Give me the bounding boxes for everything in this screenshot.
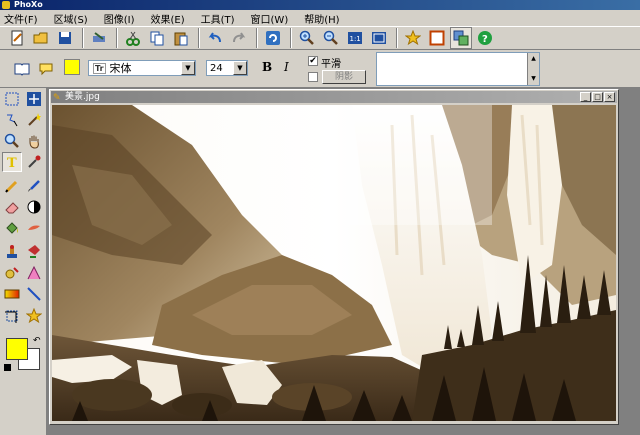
smooth-label: 平滑 [321, 59, 341, 70]
menu-effects[interactable]: 效果(E) [150, 11, 184, 26]
maximize-icon[interactable]: □ [592, 92, 603, 102]
text-options-bar: Tr 宋体 ▼ 24 ▼ B I ✔ 平滑 阴影 ▲ ▼ [0, 50, 640, 88]
close-icon[interactable]: × [604, 92, 615, 102]
paste-icon[interactable] [170, 27, 192, 49]
cut-icon[interactable] [122, 27, 144, 49]
layers-icon[interactable] [450, 27, 472, 49]
fit-window-icon[interactable] [368, 27, 390, 49]
eraser-icon[interactable] [2, 197, 22, 217]
blur-icon[interactable] [2, 263, 22, 283]
svg-text:T: T [7, 156, 17, 170]
actual-size-icon[interactable]: 1:1 [344, 27, 366, 49]
window-controls: _ □ × [579, 92, 615, 102]
rect-select-icon[interactable] [2, 89, 22, 109]
save-icon[interactable] [54, 27, 76, 49]
shadow-checkbox[interactable] [308, 72, 318, 82]
swap-colors-icon[interactable]: ↶ [33, 336, 41, 346]
refresh-icon[interactable] [262, 27, 284, 49]
menu-window[interactable]: 窗口(W) [251, 11, 289, 26]
app-titlebar: PhoXo [0, 0, 640, 10]
frame-icon[interactable] [426, 27, 448, 49]
zoom-in-icon[interactable] [296, 27, 318, 49]
document-titlebar: ✎ 美景.jpg _ □ × [51, 91, 617, 103]
menu-image[interactable]: 图像(I) [104, 11, 135, 26]
copy-icon[interactable] [146, 27, 168, 49]
font-family-value: 宋体 [109, 62, 132, 75]
italic-button[interactable]: I [284, 60, 289, 74]
app-title: PhoXo [14, 0, 43, 9]
shape-star-icon[interactable] [24, 306, 44, 326]
main-toolbar: 1:1 ? [0, 26, 640, 50]
minimize-icon[interactable]: _ [580, 92, 591, 102]
zoom-out-icon[interactable] [320, 27, 342, 49]
new-icon[interactable] [6, 27, 28, 49]
book-icon[interactable] [12, 59, 32, 79]
font-size-value: 24 [210, 62, 223, 74]
crop-icon[interactable] [2, 306, 22, 326]
chevron-down-icon[interactable]: ▼ [233, 61, 247, 75]
reset-colors-icon[interactable] [4, 364, 11, 371]
toolbar-separator [116, 28, 118, 48]
pencil-icon[interactable] [2, 176, 22, 196]
help-icon[interactable]: ? [474, 27, 496, 49]
text-color-swatch[interactable] [64, 59, 80, 75]
fill-icon[interactable] [2, 218, 22, 238]
document-title: 美景.jpg [65, 92, 100, 102]
scroll-up-icon[interactable]: ▲ [528, 53, 539, 65]
speech-bubble-icon[interactable] [36, 59, 56, 79]
clone-stamp-icon[interactable] [2, 242, 22, 262]
waterfall-photo [52, 105, 616, 421]
app-icon [2, 1, 10, 9]
bold-button[interactable]: B [262, 60, 272, 74]
text-tool-icon[interactable]: T [2, 152, 22, 172]
undo-icon[interactable] [204, 27, 226, 49]
menu-tools[interactable]: 工具(T) [201, 11, 235, 26]
font-size-select[interactable]: 24 ▼ [206, 60, 248, 76]
font-family-select[interactable]: Tr 宋体 ▼ [88, 60, 196, 76]
menu-selection[interactable]: 区域(S) [54, 11, 88, 26]
menu-file[interactable]: 文件(F) [4, 11, 38, 26]
menu-help[interactable]: 帮助(H) [304, 11, 339, 26]
hand-icon[interactable] [24, 131, 44, 151]
scan-icon[interactable] [88, 27, 110, 49]
scrollbar[interactable]: ▲ ▼ [527, 53, 539, 85]
chevron-down-icon[interactable]: ▼ [181, 61, 195, 75]
smudge-icon[interactable] [24, 218, 44, 238]
brush-icon[interactable] [24, 176, 44, 196]
zoom-icon[interactable] [2, 131, 22, 151]
truetype-icon: Tr [93, 62, 106, 74]
image-canvas[interactable] [52, 105, 616, 421]
smooth-checkbox[interactable]: ✔ [308, 56, 318, 66]
shadow-button[interactable]: 阴影 [322, 70, 366, 84]
line-icon[interactable] [24, 284, 44, 304]
document-window: ✎ 美景.jpg _ □ × [49, 89, 619, 425]
move-icon[interactable] [24, 89, 44, 109]
foreground-color-swatch-top[interactable] [6, 338, 28, 360]
toolbox: T ↶ [0, 88, 47, 435]
contrast-icon[interactable] [24, 197, 44, 217]
svg-text:1:1: 1:1 [350, 35, 361, 43]
toolbar-separator [198, 28, 200, 48]
lasso-icon[interactable] [2, 110, 22, 130]
eyedropper-icon[interactable] [24, 152, 44, 172]
toolbar-separator [396, 28, 398, 48]
toolbar-separator [290, 28, 292, 48]
favorite-icon[interactable] [402, 27, 424, 49]
sharpen-icon[interactable] [24, 263, 44, 283]
pencil-icon: ✎ [53, 93, 61, 103]
toolbar-separator [256, 28, 258, 48]
menu-bar: 文件(F) 区域(S) 图像(I) 效果(E) 工具(T) 窗口(W) 帮助(H… [0, 10, 640, 26]
text-input[interactable]: ▲ ▼ [376, 52, 540, 86]
open-icon[interactable] [30, 27, 52, 49]
svg-text:?: ? [482, 34, 488, 45]
red-eye-icon[interactable] [24, 242, 44, 262]
magic-wand-icon[interactable] [24, 110, 44, 130]
redo-icon[interactable] [228, 27, 250, 49]
toolbar-separator [82, 28, 84, 48]
gradient-icon[interactable] [2, 284, 22, 304]
scroll-down-icon[interactable]: ▼ [528, 73, 539, 85]
